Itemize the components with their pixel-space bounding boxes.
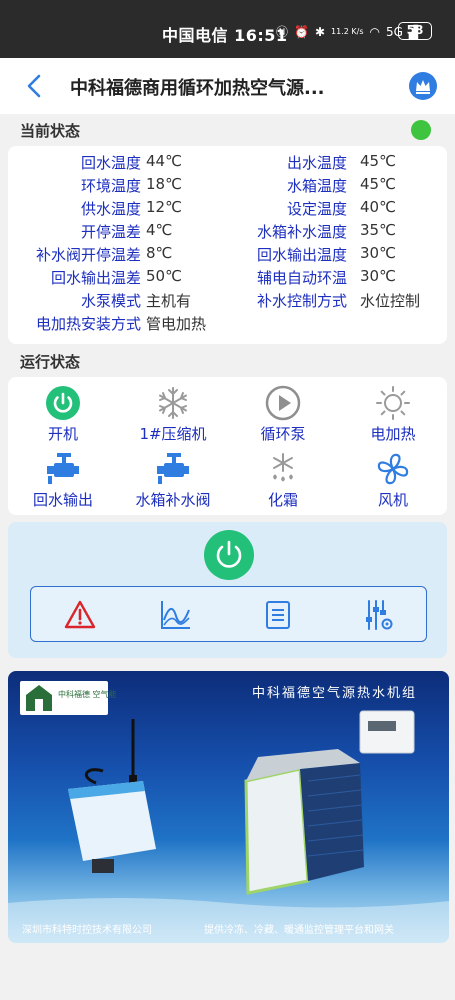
control-panel	[8, 522, 447, 658]
fan-icon	[377, 453, 409, 485]
crown-icon	[416, 80, 430, 94]
run-item-power: 开机	[8, 385, 118, 445]
product-banner[interactable]: 中科福德 空气能 中科福德空气源热水机组 深圳市科特时控技术有限公司 提供冷冻、…	[8, 671, 449, 943]
settings-button[interactable]	[361, 598, 395, 632]
status-key: 水箱温度	[286, 177, 347, 195]
power-toggle-button[interactable]	[204, 530, 254, 580]
status-key: 回水温度	[80, 154, 141, 172]
sun-icon	[376, 386, 410, 420]
status-value: 水位控制	[360, 292, 421, 310]
status-icons: Ⓝ ⏰ ✱ 11.2 K/s ◠ 5G ▟	[276, 23, 418, 40]
status-value: 主机有	[146, 292, 192, 310]
wifi-icon: ◠	[369, 24, 380, 39]
carrier-time: 中国电信 16:51	[162, 26, 288, 45]
settings-sliders-icon	[366, 600, 393, 630]
run-status-card: 开机 1#压缩机 循环泵 电加热 回水输出 水箱补水阀 化霜 风机	[8, 377, 447, 515]
chevron-left-icon	[27, 74, 41, 98]
status-key: 补水控制方式	[256, 292, 347, 310]
status-value: 40℃	[360, 198, 396, 216]
status-key: 设定温度	[286, 200, 347, 218]
alarm-clock-icon: ⏰	[294, 24, 309, 39]
run-item-circulation-pump: 循环泵	[228, 385, 338, 445]
run-item-label: 电加热	[370, 425, 416, 443]
play-circle-icon	[265, 385, 301, 421]
valve-icon	[47, 453, 79, 484]
bluetooth-icon: ✱	[314, 24, 326, 39]
status-row: 补水阀开停温差 8℃ 回水输出温度 30℃	[8, 244, 447, 267]
power-on-icon	[46, 386, 80, 420]
status-row: 供水温度 12℃ 设定温度 40℃	[8, 198, 447, 221]
status-value: 45℃	[360, 175, 396, 193]
banner-illustration	[8, 710, 449, 943]
status-row: 开停温差 4℃ 水箱补水温度 35℃	[8, 221, 447, 244]
current-status-card: 回水温度 44℃ 出水温度 45℃ 环境温度 18℃ 水箱温度 45℃ 供水温度…	[8, 146, 447, 344]
status-row: 电加热安装方式 管电加热	[8, 313, 447, 336]
nfc-icon: Ⓝ	[276, 25, 289, 39]
status-value: 30℃	[360, 244, 396, 262]
run-item-tank-refill-valve: 水箱补水阀	[118, 451, 228, 511]
vip-crown-button[interactable]	[409, 72, 437, 100]
power-icon	[216, 540, 242, 568]
status-key: 环境温度	[80, 177, 141, 195]
back-button[interactable]	[22, 72, 48, 100]
status-value: 45℃	[360, 152, 396, 170]
battery-indicator: 58	[398, 22, 432, 40]
status-value: 4℃	[146, 221, 173, 239]
run-item-label: 化霜	[267, 491, 298, 509]
banner-footer-slogan: 提供冷冻、冷藏、暖通监控管理平台和网关	[204, 925, 394, 936]
list-button[interactable]	[261, 598, 295, 632]
status-key: 出水温度	[286, 154, 347, 172]
run-item-label: 风机	[377, 491, 408, 509]
run-item-electric-heating: 电加热	[338, 385, 448, 445]
defrost-icon	[273, 453, 293, 482]
run-item-fan: 风机	[338, 451, 448, 511]
status-key: 回水输出温差	[50, 269, 141, 287]
alarm-icon	[64, 600, 96, 629]
run-item-label: 水箱补水阀	[135, 491, 211, 509]
status-value: 35℃	[360, 221, 396, 239]
status-row: 环境温度 18℃ 水箱温度 45℃	[8, 175, 447, 198]
curve-chart-icon	[161, 601, 190, 629]
status-key: 辅电自动环温	[256, 269, 347, 287]
status-value: 12℃	[146, 198, 182, 216]
valve-icon	[157, 453, 189, 484]
status-value: 18℃	[146, 175, 182, 193]
run-item-label: 循环泵	[260, 425, 306, 443]
app-header: 中科福德商用循环加热空气源...	[0, 58, 455, 114]
run-item-label: 回水输出	[32, 491, 93, 509]
status-value: 8℃	[146, 244, 173, 262]
list-icon	[266, 601, 290, 629]
status-key: 回水输出温度	[256, 246, 347, 264]
status-row: 水泵模式 主机有 补水控制方式 水位控制	[8, 290, 447, 313]
net-speed: 11.2 K/s	[331, 26, 364, 36]
run-item-label: 开机	[47, 425, 78, 443]
snowflake-icon	[159, 387, 187, 419]
system-status-bar: 中国电信 16:51 Ⓝ ⏰ ✱ 11.2 K/s ◠ 5G ▟ 58	[0, 0, 455, 58]
status-row: 回水输出温差 50℃ 辅电自动环温 30℃	[8, 267, 447, 290]
page-title: 中科福德商用循环加热空气源...	[70, 78, 325, 99]
curve-chart-button[interactable]	[159, 598, 193, 632]
run-item-label: 1#压缩机	[139, 425, 207, 443]
status-value: 44℃	[146, 152, 182, 170]
status-value: 管电加热	[146, 315, 207, 333]
banner-footer-company: 深圳市科特时控技术有限公司	[22, 925, 152, 936]
run-item-compressor: 1#压缩机	[118, 385, 228, 445]
status-key: 供水温度	[80, 200, 141, 218]
status-key: 水箱补水温度	[256, 223, 347, 241]
run-status-heading: 运行状态	[20, 353, 81, 371]
alarm-button[interactable]	[63, 598, 97, 632]
status-value: 30℃	[360, 267, 396, 285]
run-item-return-water-output: 回水输出	[8, 451, 118, 511]
function-toolbar	[30, 586, 427, 642]
status-key: 开停温差	[80, 223, 141, 241]
status-row: 回水温度 44℃ 出水温度 45℃	[8, 152, 447, 175]
run-item-defrost: 化霜	[228, 451, 338, 511]
status-value: 50℃	[146, 267, 182, 285]
current-status-heading: 当前状态	[20, 122, 81, 140]
online-status-indicator	[411, 120, 431, 140]
status-key: 补水阀开停温差	[35, 246, 141, 264]
status-key: 水泵模式	[80, 292, 141, 310]
status-key: 电加热安装方式	[35, 315, 141, 333]
